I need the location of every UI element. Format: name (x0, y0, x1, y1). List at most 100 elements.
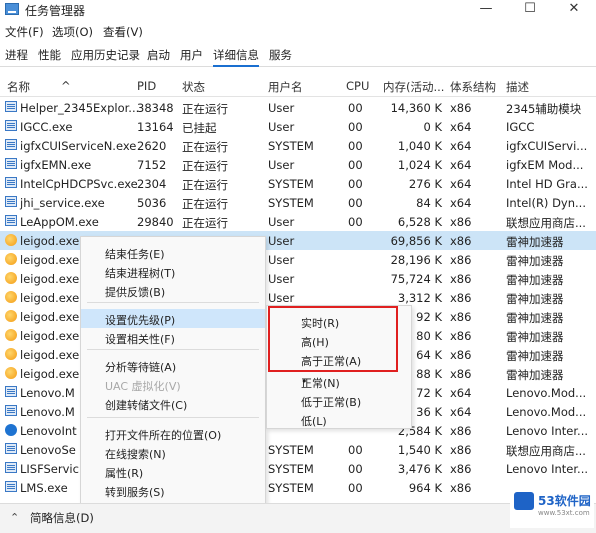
service-icon (5, 177, 17, 188)
col-pid[interactable]: PID (137, 79, 156, 93)
context-menu-item[interactable]: 在线搜索(N) (81, 443, 265, 462)
cell-arch: x86 (450, 291, 472, 305)
table-row[interactable]: IntelCpHDCPSvc.exe 2304 正在运行 SYSTEM 00 276 K x… (0, 174, 596, 193)
priority-menu-item[interactable]: 低(L) (267, 410, 411, 429)
cell-mem: 3,312 K (397, 291, 442, 305)
context-menu-item[interactable]: 分析等待链(A) (81, 356, 265, 375)
cell-arch: x86 (450, 253, 472, 267)
cell-cpu: 00 (348, 443, 363, 457)
table-row[interactable]: jhi_service.exe 5036 正在运行 SYSTEM 00 84 K x64 In… (0, 193, 596, 212)
cell-cpu: 00 (348, 101, 363, 115)
cell-mem: 1,040 K (397, 139, 442, 153)
context-menu-item[interactable]: 设置相关性(F) (81, 328, 265, 347)
context-menu-item[interactable]: 提供反馈(B) (81, 281, 265, 300)
cell-desc: 雷神加速器 (506, 273, 564, 287)
context-menu-item-label: 提供反馈(B) (105, 286, 166, 299)
lenovo-icon (5, 424, 17, 436)
cell-mem: 69,856 K (390, 234, 442, 248)
col-memory[interactable]: 内存(活动... (383, 79, 444, 95)
tab-performance[interactable]: 性能 (38, 47, 61, 63)
close-button[interactable]: ✕ (552, 0, 596, 20)
cell-desc: IGCC (506, 120, 535, 134)
fewer-details-link[interactable]: 简略信息(D) (30, 510, 94, 526)
cell-status: 已挂起 (182, 121, 217, 135)
cell-desc: 雷神加速器 (506, 292, 564, 306)
menu-file[interactable]: 文件(F) (5, 24, 44, 40)
priority-menu-item[interactable]: • 正常(N) (267, 372, 411, 391)
cell-mem: 28,196 K (390, 253, 442, 267)
context-menu-item-label: 属性(R) (105, 467, 144, 480)
cell-name: jhi_service.exe (20, 196, 105, 210)
cell-cpu: 00 (348, 215, 363, 229)
col-user[interactable]: 用户名 (268, 79, 303, 95)
cell-name: LMS.exe (20, 481, 68, 495)
cell-mem: 75,724 K (390, 272, 442, 286)
cell-status: 正在运行 (182, 159, 228, 173)
cell-mem: 88 K (416, 367, 442, 381)
table-row[interactable]: igfxCUIServiceN.exe 2620 正在运行 SYSTEM 00 1,040… (0, 136, 596, 155)
tab-users[interactable]: 用户 (180, 47, 203, 63)
cell-user: User (268, 272, 295, 286)
title-bar: 任务管理器 — ☐ ✕ (0, 0, 596, 20)
context-menu-item-label: 结束进程树(T) (105, 267, 176, 280)
table-row[interactable]: IGCC.exe 13164 已挂起 User 00 0 K x64 IGCC (0, 117, 596, 136)
col-status[interactable]: 状态 (182, 79, 205, 95)
cell-desc: 雷神加速器 (506, 254, 564, 268)
priority-menu-item-label: 低于正常(B) (301, 396, 362, 409)
context-menu-item[interactable]: 创建转储文件(C) (81, 394, 265, 413)
tab-startup[interactable]: 启动 (147, 47, 170, 63)
cell-name: leigod.exe (20, 329, 80, 343)
context-menu-item[interactable]: 设置优先级(P) (81, 309, 265, 328)
cell-desc: 雷神加速器 (506, 349, 564, 363)
col-cpu[interactable]: CPU (346, 79, 369, 93)
menu-separator (87, 349, 259, 350)
cell-desc: 2345辅助模块 (506, 102, 582, 116)
table-row[interactable]: LeAppOM.exe 29840 正在运行 User 00 6,528 K x86 联想应用… (0, 212, 596, 231)
tab-services[interactable]: 服务 (269, 47, 292, 63)
menu-options[interactable]: 选项(O) (52, 24, 93, 40)
watermark: 53软件园 www.53xt.com (510, 488, 594, 528)
context-menu-item[interactable]: 打开文件所在的位置(O) (81, 424, 265, 443)
cell-user: SYSTEM (268, 481, 314, 495)
chevron-up-icon[interactable]: ⌃ (10, 511, 19, 524)
tab-details[interactable]: 详细信息 (213, 47, 259, 67)
col-arch[interactable]: 体系结构 (450, 79, 496, 95)
cell-mem: 64 K (416, 348, 442, 362)
col-description[interactable]: 描述 (506, 79, 529, 95)
cell-arch: x86 (450, 215, 472, 229)
cell-user: User (268, 120, 295, 134)
cell-status: 正在运行 (182, 140, 228, 154)
context-menu-item[interactable]: 属性(R) (81, 462, 265, 481)
table-row[interactable]: igfxEMN.exe 7152 正在运行 User 00 1,024 K x64 igfxE… (0, 155, 596, 174)
service-icon (5, 215, 17, 226)
cell-mem: 0 K (423, 120, 442, 134)
minimize-button[interactable]: — (464, 0, 508, 20)
context-menu-item[interactable]: 结束任务(E) (81, 243, 265, 262)
cell-arch: x64 (450, 158, 472, 172)
priority-menu-item[interactable]: 低于正常(B) (267, 391, 411, 410)
service-icon (5, 481, 17, 492)
col-name[interactable]: 名称 (7, 79, 30, 95)
menu-separator (87, 302, 259, 303)
cell-status: 正在运行 (182, 197, 228, 211)
leigod-icon (5, 329, 17, 341)
service-icon (5, 196, 17, 207)
annotation-highlight-box (268, 306, 398, 372)
cell-cpu: 00 (348, 196, 363, 210)
tab-processes[interactable]: 进程 (5, 47, 28, 63)
table-row[interactable]: Helper_2345Explor... 38348 正在运行 User 00 14,36… (0, 98, 596, 117)
cell-name: leigod.exe (20, 348, 80, 362)
cell-pid: 2620 (137, 139, 167, 153)
context-menu-item-label: 设置优先级(P) (105, 314, 176, 327)
menu-view[interactable]: 查看(V) (103, 24, 143, 40)
cell-pid: 38348 (137, 101, 174, 115)
cell-name: igfxCUIServiceN.exe (20, 139, 137, 153)
cell-status: 正在运行 (182, 216, 228, 230)
context-menu-item[interactable]: 结束进程树(T) (81, 262, 265, 281)
context-menu-item-label: 创建转储文件(C) (105, 399, 188, 412)
cell-name: Lenovo.M (20, 386, 75, 400)
context-menu-item[interactable]: 转到服务(S) (81, 481, 265, 500)
tab-app-history[interactable]: 应用历史记录 (71, 47, 140, 63)
cell-pid: 2304 (137, 177, 167, 191)
maximize-button[interactable]: ☐ (508, 0, 552, 20)
